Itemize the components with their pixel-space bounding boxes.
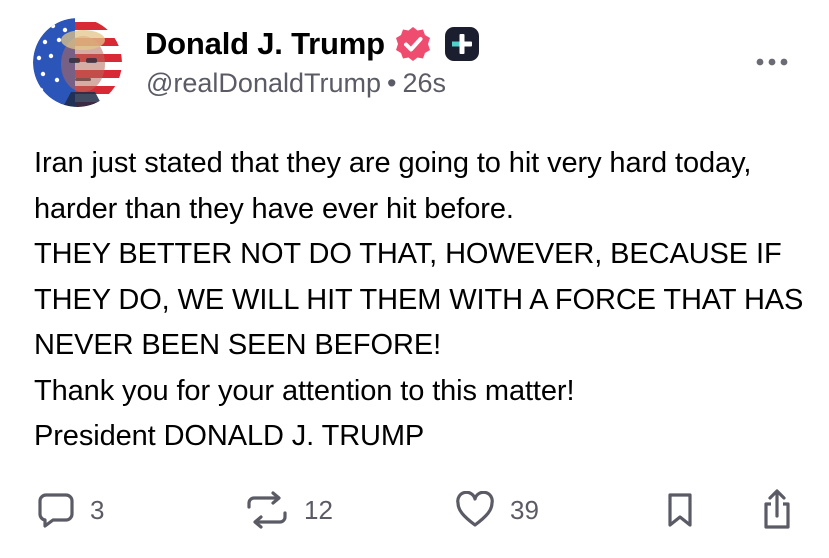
like-button[interactable]: 39 — [455, 487, 539, 533]
reply-icon — [38, 493, 74, 528]
bookmark-icon — [668, 493, 692, 527]
post-timestamp[interactable]: 26s — [402, 68, 446, 98]
verified-check-icon — [394, 25, 432, 63]
share-icon — [764, 489, 790, 529]
repost-button[interactable]: 12 — [245, 487, 333, 533]
author-display-name[interactable]: Donald J. Trump — [145, 26, 385, 62]
post-text: Iran just stated that they are going to … — [34, 147, 804, 452]
bookmark-button[interactable] — [665, 487, 695, 533]
like-count: 39 — [510, 494, 539, 525]
author-name-row: Donald J. Trump — [145, 22, 480, 66]
share-button[interactable] — [760, 487, 794, 533]
repost-icon — [247, 491, 287, 529]
avatar[interactable] — [33, 18, 122, 107]
reply-button[interactable]: 3 — [37, 487, 104, 533]
author-handle[interactable]: @realDonaldTrump — [146, 68, 381, 98]
heart-icon — [456, 491, 494, 527]
repost-count: 12 — [304, 494, 333, 525]
more-dots-icon — [756, 58, 788, 66]
post-actions-bar: 3 12 39 — [0, 487, 829, 533]
meta-separator: • — [387, 68, 397, 98]
plus-badge-icon — [444, 26, 480, 62]
avatar-image — [33, 18, 122, 107]
author-meta: @realDonaldTrump • 26s — [146, 68, 446, 99]
more-options-button[interactable] — [750, 50, 794, 74]
reply-count: 3 — [90, 494, 105, 525]
post-card: Donald J. Trump @realDonaldTrump • 26s Ira… — [0, 0, 829, 558]
